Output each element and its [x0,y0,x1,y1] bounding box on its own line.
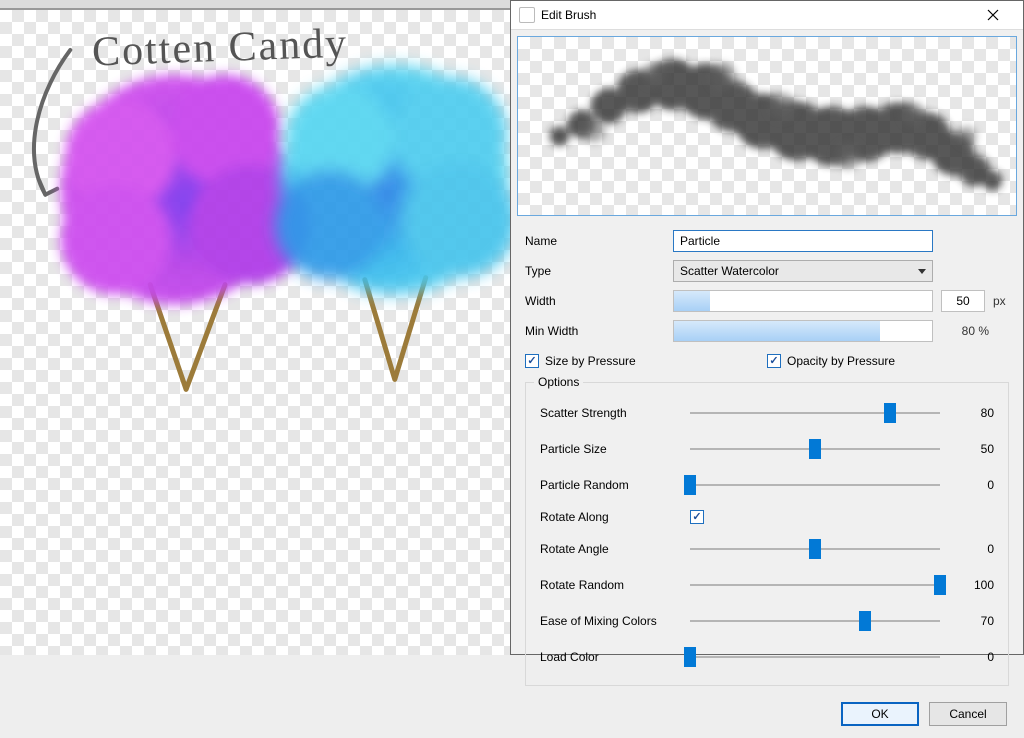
load-color-slider[interactable] [690,656,940,658]
brush-preview [517,36,1017,216]
particle-random-label: Particle Random [540,478,680,492]
close-button[interactable] [971,1,1015,29]
rotate-angle-slider[interactable] [690,548,940,550]
particle-size-slider[interactable] [690,448,940,450]
brush-preview-stroke [518,37,1016,215]
document-tabs [0,0,510,9]
opacity-by-pressure-label: Opacity by Pressure [787,354,895,368]
dialog-buttons: OK Cancel [511,690,1023,738]
edit-brush-dialog: Edit Brush [510,0,1024,655]
chevron-down-icon [918,269,926,274]
minwidth-bar[interactable] [673,320,933,342]
size-by-pressure-checkbox[interactable] [525,354,539,368]
scatter-strength-slider[interactable] [690,412,940,414]
dialog-title: Edit Brush [541,8,971,22]
type-select[interactable]: Scatter Watercolor [673,260,933,282]
particle-random-value: 0 [954,478,994,492]
name-label: Name [525,234,665,248]
width-bar-fill [674,291,710,311]
name-input[interactable] [673,230,933,252]
ease-mixing-slider[interactable] [690,620,940,622]
cancel-button[interactable]: Cancel [929,702,1007,726]
load-color-label: Load Color [540,650,680,664]
type-selected-value: Scatter Watercolor [680,264,779,278]
close-icon [987,9,999,21]
options-group: Options Scatter Strength 80 Particle Siz… [525,382,1009,686]
slider-thumb[interactable] [684,647,696,667]
slider-thumb[interactable] [859,611,871,631]
rotate-along-label: Rotate Along [540,510,680,524]
options-legend: Options [534,375,583,389]
slider-thumb[interactable] [809,439,821,459]
type-label: Type [525,264,665,278]
scatter-strength-value: 80 [954,406,994,420]
particle-size-value: 50 [954,442,994,456]
dialog-titlebar[interactable]: Edit Brush [511,1,1023,30]
opacity-by-pressure-checkbox[interactable] [767,354,781,368]
slider-thumb[interactable] [884,403,896,423]
width-label: Width [525,294,665,308]
ok-button[interactable]: OK [841,702,919,726]
width-value-input[interactable] [941,290,985,312]
rotate-random-label: Rotate Random [540,578,680,592]
slider-thumb[interactable] [684,475,696,495]
ease-mixing-label: Ease of Mixing Colors [540,614,680,628]
slider-thumb[interactable] [809,539,821,559]
slider-thumb[interactable] [934,575,946,595]
width-bar[interactable] [673,290,933,312]
rotate-random-slider[interactable] [690,584,940,586]
minwidth-bar-fill [674,321,880,341]
handwritten-label: Cotten Candy [91,20,349,77]
canvas[interactable]: Cotten Candy [0,9,510,655]
rotate-angle-label: Rotate Angle [540,542,680,556]
rotate-random-value: 100 [954,578,994,592]
rotate-angle-value: 0 [954,542,994,556]
scatter-strength-label: Scatter Strength [540,406,680,420]
particle-size-label: Particle Size [540,442,680,456]
size-by-pressure-label: Size by Pressure [545,354,636,368]
brush-app-icon [519,7,535,23]
load-color-value: 0 [954,650,994,664]
rotate-along-checkbox[interactable] [690,510,704,524]
particle-random-slider[interactable] [690,484,940,486]
ease-mixing-value: 70 [954,614,994,628]
minwidth-value: 80 % [941,324,989,338]
width-unit: px [993,294,1006,308]
minwidth-label: Min Width [525,324,665,338]
canvas-drawing [0,10,510,655]
